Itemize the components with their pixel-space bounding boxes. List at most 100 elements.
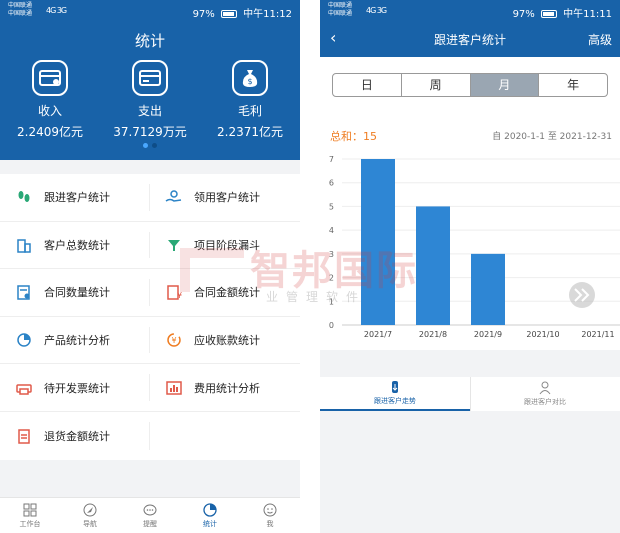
menu-project-funnel[interactable]: 项目阶段漏斗 — [150, 222, 300, 269]
tab-label: 提醒 — [143, 520, 157, 528]
battery-percent: 97% — [192, 9, 215, 20]
bar-chart-icon — [164, 378, 184, 398]
tab-label: 跟进客户走势 — [374, 397, 416, 405]
battery-icon — [220, 10, 237, 18]
menu-label: 项目阶段漏斗 — [194, 238, 260, 252]
trend-icon — [388, 380, 402, 394]
bar[interactable] — [471, 253, 505, 325]
y-tick-label: 5 — [329, 202, 334, 211]
clipboard-icon — [14, 426, 34, 446]
status-right: 97% 中午11:12 — [190, 5, 292, 20]
status-bar: 中国联通 中国联通 4G 3G 97% 中午11:11 — [320, 0, 620, 22]
signal-icon: 4G 3G — [366, 6, 387, 15]
period-segmented-control: 日 周 月 年 — [332, 73, 608, 97]
funnel-icon — [164, 235, 184, 255]
bar[interactable] — [361, 159, 395, 325]
menu-pending-invoice-stats[interactable]: 待开发票统计 — [0, 364, 150, 411]
tab-follow-up-compare[interactable]: 跟进客户对比 — [470, 377, 620, 411]
pie-icon — [14, 330, 34, 350]
y-tick-label: 1 — [329, 297, 334, 306]
carrier-info: 中国联通 中国联通 — [328, 2, 352, 18]
menu-contract-amount-stats[interactable]: ¥ 合同金额统计 — [150, 269, 300, 316]
clock: 中午11:11 — [563, 9, 612, 20]
tab-label: 导航 — [83, 520, 97, 528]
carousel-dot — [152, 143, 157, 148]
signal-icon: 4G 3G — [46, 6, 67, 15]
navigation-icon — [82, 502, 98, 518]
summary-income[interactable]: 收入 2.2409亿元 — [0, 60, 100, 140]
carousel-dots — [0, 133, 300, 152]
menu-label: 客户总数统计 — [44, 238, 110, 252]
menu-expense-stats[interactable]: 费用统计分析 — [150, 364, 300, 411]
expense-card-icon — [132, 60, 168, 96]
stats-header: 中国联通 中国联通 4G 3G 97% 中午11:12 统计 收入 2.2409… — [0, 0, 300, 160]
page-title: 统计 — [134, 32, 165, 50]
menu-label: 产品统计分析 — [44, 334, 110, 348]
bar[interactable] — [416, 206, 450, 325]
menu-label: 应收账款统计 — [194, 334, 260, 348]
menu-product-stats[interactable]: 产品统计分析 — [0, 317, 150, 364]
carrier-name: 中国联通 — [8, 2, 33, 9]
tab-workbench[interactable]: 工作台 — [0, 498, 60, 533]
menu-label: 合同数量统计 — [44, 286, 110, 300]
tab-label: 统计 — [203, 520, 217, 528]
total-summary: 总和：15 — [330, 128, 377, 144]
y-tick-label: 4 — [329, 226, 334, 235]
summary-expense[interactable]: 支出 37.7129万元 — [100, 60, 200, 140]
carrier-name: 中国联通 — [328, 2, 353, 9]
fast-forward-icon[interactable] — [569, 282, 595, 308]
status-bar: 中国联通 中国联通 4G 3G 97% 中午11:12 — [0, 0, 300, 22]
total-value: 15 — [363, 130, 377, 143]
compare-icon — [538, 381, 552, 395]
segment-week[interactable]: 周 — [402, 74, 471, 96]
page-title: 跟进客户统计 — [433, 33, 506, 47]
face-icon — [262, 502, 278, 518]
printer-icon — [14, 378, 34, 398]
menu-label: 费用统计分析 — [194, 381, 260, 395]
y-tick-label: 6 — [329, 179, 334, 188]
menu-total-customers-stats[interactable]: 客户总数统计 — [0, 222, 150, 269]
clock: 中午11:12 — [243, 9, 292, 20]
stats-menu: 跟进客户统计 领用客户统计 客户总数统计 项目阶段漏斗 合同数量统计 ¥ 合同金… — [0, 174, 300, 460]
x-tick-label: 2021/7 — [364, 330, 392, 339]
tab-stats[interactable]: 统计 — [180, 498, 240, 533]
menu-return-amount-stats[interactable]: 退货金额统计 — [0, 412, 150, 460]
summary-profit[interactable]: $ 毛利 2.2371亿元 — [200, 60, 300, 140]
tab-divider — [470, 377, 471, 411]
tab-reminders[interactable]: 提醒 — [120, 498, 180, 533]
y-tick-label: 2 — [329, 274, 334, 283]
segment-month[interactable]: 月 — [470, 74, 540, 96]
menu-follow-up-customer-stats[interactable]: 跟进客户统计 — [0, 174, 150, 221]
segment-year[interactable]: 年 — [539, 74, 607, 96]
segment-day[interactable]: 日 — [333, 74, 402, 96]
carrier-info: 中国联通 中国联通 — [8, 2, 32, 18]
menu-contract-count-stats[interactable]: 合同数量统计 — [0, 269, 150, 316]
menu-empty-cell — [150, 412, 300, 460]
money-bag-icon: $ — [232, 60, 268, 96]
x-tick-label: 2021/9 — [474, 330, 502, 339]
y-tick-label: 0 — [329, 321, 334, 330]
svg-text:¥: ¥ — [171, 336, 176, 345]
follow-up-header: 中国联通 中国联通 4G 3G 97% 中午11:11 ‹ 跟进客户统计 高级 — [320, 0, 620, 57]
contract-icon — [14, 282, 34, 302]
tab-navigation[interactable]: 导航 — [60, 498, 120, 533]
carrier-name-2: 中国联通 — [8, 10, 33, 17]
building-icon — [14, 235, 34, 255]
tab-follow-up-trend[interactable]: 跟进客户走势 — [320, 377, 470, 411]
summary-carousel[interactable]: 收入 2.2409亿元 支出 37.7129万元 $ 毛利 2.2371亿元 — [0, 60, 300, 140]
bottom-tab-bar: 工作台 导航 提醒 统计 我 — [0, 497, 300, 533]
advanced-button[interactable]: 高级 — [588, 31, 612, 48]
y-tick-label: 7 — [329, 155, 334, 164]
svg-text:$: $ — [247, 77, 252, 86]
tab-me[interactable]: 我 — [240, 498, 300, 533]
x-tick-label: 2021/8 — [419, 330, 447, 339]
hand-receive-icon — [164, 187, 184, 207]
menu-claimed-customer-stats[interactable]: 领用客户统计 — [150, 174, 300, 221]
chat-icon — [142, 502, 158, 518]
menu-label: 领用客户统计 — [194, 191, 260, 205]
menu-receivables-stats[interactable]: ¥ 应收账款统计 — [150, 317, 300, 364]
summary-label: 收入 — [37, 104, 62, 118]
income-card-icon — [32, 60, 68, 96]
stats-screen: 中国联通 中国联通 4G 3G 97% 中午11:12 统计 收入 2.2409… — [0, 0, 300, 533]
battery-percent: 97% — [512, 9, 535, 20]
